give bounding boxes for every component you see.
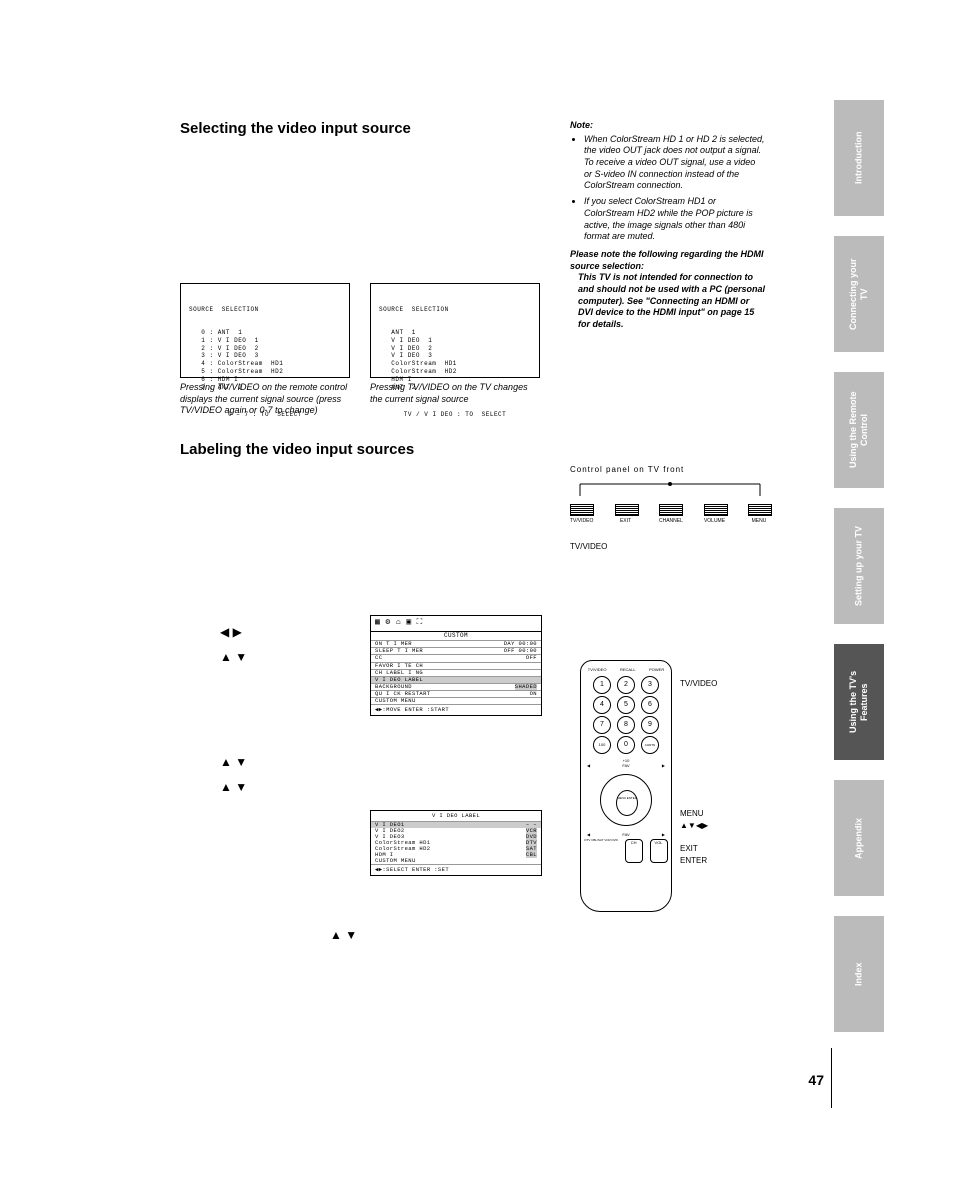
osd-remote: SOURCE SELECTION 0 : ANT 1 1 : V I DEO 1…	[180, 283, 350, 378]
vlabel-foot: ◀▶:SELECT ENTER :SET	[371, 864, 541, 875]
osd-custom-foot: ◀▶:MOVE ENTER :START	[371, 704, 541, 715]
page-divider	[831, 1048, 832, 1108]
tab-introduction[interactable]: Introduction	[834, 100, 884, 216]
osd-tv: SOURCE SELECTION ANT 1 V I DEO 1 V I DEO…	[370, 283, 540, 378]
remote-ch: CH	[625, 839, 643, 863]
osd-video-label: V I DEO LABEL V I DEO1– – V I DEO2VCR V …	[370, 810, 542, 876]
front-hdr: Control panel on TV front	[570, 465, 770, 474]
front-panel-diagram: Control panel on TV front TV/VIDEO EXIT …	[570, 465, 770, 551]
callout-menu: MENU	[680, 810, 704, 818]
remote-lbl-recall: RECALL	[620, 667, 636, 672]
arrows-5: ▲ ▼	[330, 928, 357, 942]
arrows-1: ◀ ▶	[220, 625, 242, 639]
osd1-title: SOURCE SELECTION	[189, 306, 341, 314]
vlabel-title: V I DEO LABEL	[371, 811, 541, 821]
notes-block: Note: When ColorStream HD 1 or HD 2 is s…	[570, 120, 765, 331]
note-bold: Please note the following regarding the …	[570, 249, 765, 272]
remote-lbl-tvvideo: TV/VIDEO	[588, 667, 607, 672]
remote-lbl-power: POWER	[649, 667, 664, 672]
tab-setup[interactable]: Setting up your TV	[834, 508, 884, 624]
note-inner: This TV is not intended for connection t…	[578, 272, 765, 330]
remote-dpad: MENU ENTER	[600, 774, 652, 826]
heading-labeling: Labeling the video input sources	[180, 441, 770, 458]
arrows-4: ▲ ▼	[220, 780, 247, 794]
osd-tab-icons: ▦ ⚙ ⌂ ▣ ⛶	[371, 616, 541, 632]
remote-mode-labels: DTV CBL/SAT VCR DVD	[584, 839, 617, 863]
note-1: When ColorStream HD 1 or HD 2 is selecte…	[584, 134, 765, 192]
note-label: Note:	[570, 120, 765, 132]
front-tvvideo-label: TV/VIDEO	[570, 542, 770, 551]
osd2-title: SOURCE SELECTION	[379, 306, 531, 314]
callout-arrows: ▲▼◀▶	[680, 822, 708, 830]
arrows-3: ▲ ▼	[220, 755, 247, 769]
tab-appendix[interactable]: Appendix	[834, 780, 884, 896]
front-callout-line	[570, 482, 770, 498]
osd-custom-title: CUSTOM	[371, 632, 541, 641]
callout-exit: EXIT	[680, 845, 698, 853]
remote-numpad: 123 456 789 100 0 CHRTN	[581, 672, 671, 758]
front-btn-menu: MENU	[748, 504, 770, 524]
arrows-2: ▲ ▼	[220, 650, 247, 664]
front-btn-exit: EXIT	[615, 504, 637, 524]
front-btn-channel: CHANNEL	[659, 504, 681, 524]
tab-remote[interactable]: Using the Remote Control	[834, 372, 884, 488]
tab-connecting[interactable]: Connecting your TV	[834, 236, 884, 352]
tab-index[interactable]: Index	[834, 916, 884, 1032]
note-2: If you select ColorStream HD1 or ColorSt…	[584, 196, 765, 243]
callout-tvvideo: TV/VIDEO	[680, 680, 717, 688]
front-btn-tvvideo: TV/VIDEO	[570, 504, 592, 524]
caption-tv: Pressing TV/VIDEO on the TV changes the …	[370, 382, 540, 405]
remote-diagram: TV/VIDEO RECALL POWER 123 456 789 100 0 …	[580, 660, 672, 912]
osd2-foot: TV / V I DEO : TO SELECT	[379, 411, 531, 419]
caption-remote: Pressing TV/VIDEO on the remote control …	[180, 382, 350, 417]
callout-enter: ENTER	[680, 857, 707, 865]
osd-custom-menu: ▦ ⚙ ⌂ ▣ ⛶ CUSTOM ON T I MERDAY 00:00 SLE…	[370, 615, 542, 716]
tab-features[interactable]: Using the TV's Features	[834, 644, 884, 760]
page-number: 47	[808, 1072, 824, 1088]
front-btn-volume: VOLUME	[704, 504, 726, 524]
remote-vol: VOL	[650, 839, 668, 863]
side-tabs: Introduction Connecting your TV Using th…	[834, 100, 884, 1032]
